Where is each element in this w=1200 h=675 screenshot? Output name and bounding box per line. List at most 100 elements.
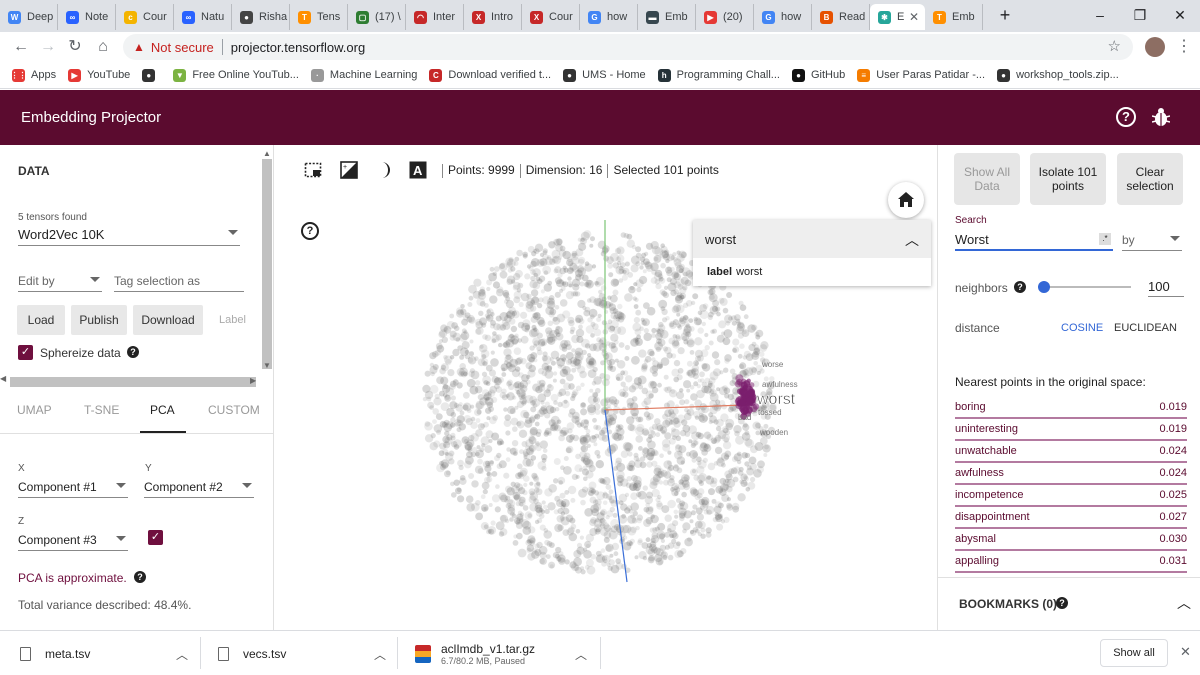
tensor-select[interactable]: Word2Vec 10K — [18, 227, 240, 246]
chevron-up-icon[interactable]: ︿ — [374, 646, 386, 663]
download-item[interactable]: aclImdb_v1.tar.gz 6.7/80.2 MB, Paused ︿ — [415, 639, 587, 669]
cosine-button[interactable]: COSINE — [1061, 322, 1103, 334]
tab-pca[interactable]: PCA — [150, 403, 175, 417]
label-mode-icon[interactable]: A — [409, 161, 427, 179]
browser-tab[interactable]: ◠ Inter — [406, 4, 464, 30]
chevron-up-icon[interactable]: ︿ — [1177, 593, 1191, 613]
show-all-data-button[interactable]: Show All Data — [954, 153, 1020, 205]
avatar[interactable] — [1145, 37, 1165, 57]
show-all-downloads-button[interactable]: Show all — [1100, 639, 1168, 667]
bookmark-item[interactable]: ≡ User Paras Patidar -... — [857, 68, 985, 82]
clear-selection-button[interactable]: Clear selection — [1117, 153, 1183, 205]
browser-tab[interactable]: ▬ Emb — [638, 4, 696, 30]
bookmark-item[interactable]: ● UMS - Home — [563, 68, 646, 82]
nearest-point-row[interactable]: boring 0.019 — [955, 399, 1187, 419]
search-input[interactable]: Worst .* — [955, 231, 1113, 251]
bookmark-item[interactable]: ▶ YouTube — [68, 68, 130, 82]
browser-tab[interactable]: T Emb — [925, 4, 983, 30]
tab-umap[interactable]: UMAP — [17, 403, 52, 417]
browser-tab[interactable]: ∞ Natu — [174, 4, 232, 30]
help-icon[interactable]: ? — [1014, 281, 1026, 293]
bookmark-item[interactable]: ⋮⋮ Apps — [11, 68, 56, 82]
neighbors-slider[interactable] — [1037, 281, 1131, 293]
back-button[interactable]: ← — [10, 36, 32, 58]
moon-icon[interactable] — [375, 161, 393, 179]
browser-tab[interactable]: ∞ Note — [58, 4, 116, 30]
browser-tab[interactable]: ● Risha — [232, 4, 290, 30]
browser-tab[interactable]: Ghow — [754, 4, 812, 30]
browser-tab[interactable]: W Deep — [0, 4, 58, 30]
help-icon[interactable]: ? — [1056, 597, 1068, 609]
close-icon[interactable]: ✕ — [909, 10, 919, 24]
bookmark-item[interactable]: ● — [142, 68, 161, 82]
z-component-select[interactable]: Component #3 — [18, 533, 128, 551]
scroll-right-icon[interactable]: ▶ — [250, 376, 256, 385]
bug-icon[interactable] — [1152, 107, 1170, 127]
download-item[interactable]: meta.tsv ︿ — [20, 639, 188, 669]
chevron-up-icon[interactable]: ︿ — [575, 646, 587, 663]
neighbors-input[interactable]: 100 — [1148, 279, 1184, 297]
download-button[interactable]: Download — [133, 305, 203, 335]
z-enabled-checkbox[interactable]: ✓ — [148, 530, 163, 545]
horizontal-scrollbar[interactable] — [10, 377, 256, 387]
download-item[interactable]: vecs.tsv ︿ — [218, 639, 386, 669]
chevron-up-icon[interactable]: ︿ — [905, 230, 919, 250]
tag-selection-input[interactable]: Tag selection as — [114, 274, 244, 292]
close-icon[interactable]: ✕ — [1180, 644, 1191, 660]
bookmark-item[interactable]: ▼ Free Online YouTub... — [173, 68, 299, 82]
nearest-point-row[interactable]: appalling 0.031 — [955, 553, 1187, 573]
nearest-point-row[interactable]: uninteresting 0.019 — [955, 421, 1187, 441]
x-component-select[interactable]: Component #1 — [18, 480, 128, 498]
bookmark-item[interactable]: h Programming Chall... — [657, 68, 780, 82]
isolate-points-button[interactable]: Isolate 101 points — [1030, 153, 1106, 205]
reload-button[interactable]: ↻ — [64, 36, 86, 58]
scroll-up-icon[interactable]: ▲ — [263, 149, 271, 158]
help-icon[interactable]: ? — [127, 346, 139, 358]
browser-tab[interactable]: T Tens — [290, 4, 348, 30]
forward-button[interactable]: → — [37, 36, 59, 58]
browser-tab[interactable]: ▶ (20) — [696, 4, 754, 30]
publish-button[interactable]: Publish — [71, 305, 127, 335]
browser-tab[interactable]: ▢ (17) \ — [348, 4, 406, 30]
browser-tab[interactable]: X Intro — [464, 4, 522, 30]
load-button[interactable]: Load — [17, 305, 65, 335]
euclidean-button[interactable]: EUCLIDEAN — [1114, 322, 1177, 334]
new-tab-button[interactable]: + — [985, 4, 1025, 26]
scatter-plot[interactable]: worse awfulness tossed wooden bad worst — [275, 145, 936, 630]
edit-by-select[interactable]: Edit by — [18, 274, 102, 292]
nearest-point-row[interactable]: awfulness 0.024 — [955, 465, 1187, 485]
menu-icon[interactable]: ⋮ — [1176, 36, 1192, 56]
nearest-point-row[interactable]: abysmal 0.030 — [955, 531, 1187, 551]
reset-view-button[interactable] — [888, 182, 924, 218]
minimize-button[interactable]: – — [1080, 4, 1120, 26]
home-icon[interactable]: ⌂ — [92, 36, 114, 58]
address-bar[interactable]: ▲ Not secure projector.tensorflow.org ☆ — [123, 34, 1133, 60]
night-mode-icon[interactable]: + — [340, 161, 358, 179]
neighbors-slider-knob[interactable] — [1037, 281, 1050, 293]
browser-tab[interactable]: X Cour — [522, 4, 580, 30]
close-window-button[interactable]: ✕ — [1160, 4, 1200, 26]
y-component-select[interactable]: Component #2 — [144, 480, 254, 498]
scroll-down-icon[interactable]: ▼ — [263, 361, 271, 370]
help-icon[interactable]: ? — [1116, 107, 1136, 127]
help-icon[interactable]: ? — [301, 222, 319, 240]
restore-button[interactable]: ❐ — [1120, 4, 1160, 26]
sphereize-checkbox[interactable]: ✓ — [18, 345, 33, 360]
nearest-point-row[interactable]: unwatchable 0.024 — [955, 443, 1187, 463]
bookmark-item[interactable]: · Machine Learning — [310, 68, 417, 82]
bookmark-item[interactable]: ● workshop_tools.zip... — [997, 68, 1119, 82]
chevron-up-icon[interactable]: ︿ — [176, 646, 188, 663]
nearest-point-row[interactable]: disappointment 0.027 — [955, 509, 1187, 529]
star-icon[interactable]: ☆ — [1108, 37, 1121, 55]
tab-custom[interactable]: CUSTOM — [208, 403, 260, 417]
nearest-point-row[interactable]: incompetence 0.025 — [955, 487, 1187, 507]
regex-toggle[interactable]: .* — [1099, 233, 1111, 245]
scroll-left-icon[interactable]: ◀ — [0, 374, 6, 383]
browser-tab[interactable]: Ghow — [580, 4, 638, 30]
help-icon[interactable]: ? — [134, 571, 146, 583]
search-by-select[interactable]: by — [1122, 233, 1182, 251]
browser-tab[interactable]: B Read — [812, 4, 870, 30]
select-mode-icon[interactable] — [304, 161, 322, 179]
vertical-scrollbar[interactable] — [262, 159, 272, 369]
bookmark-item[interactable]: C Download verified t... — [429, 68, 551, 82]
